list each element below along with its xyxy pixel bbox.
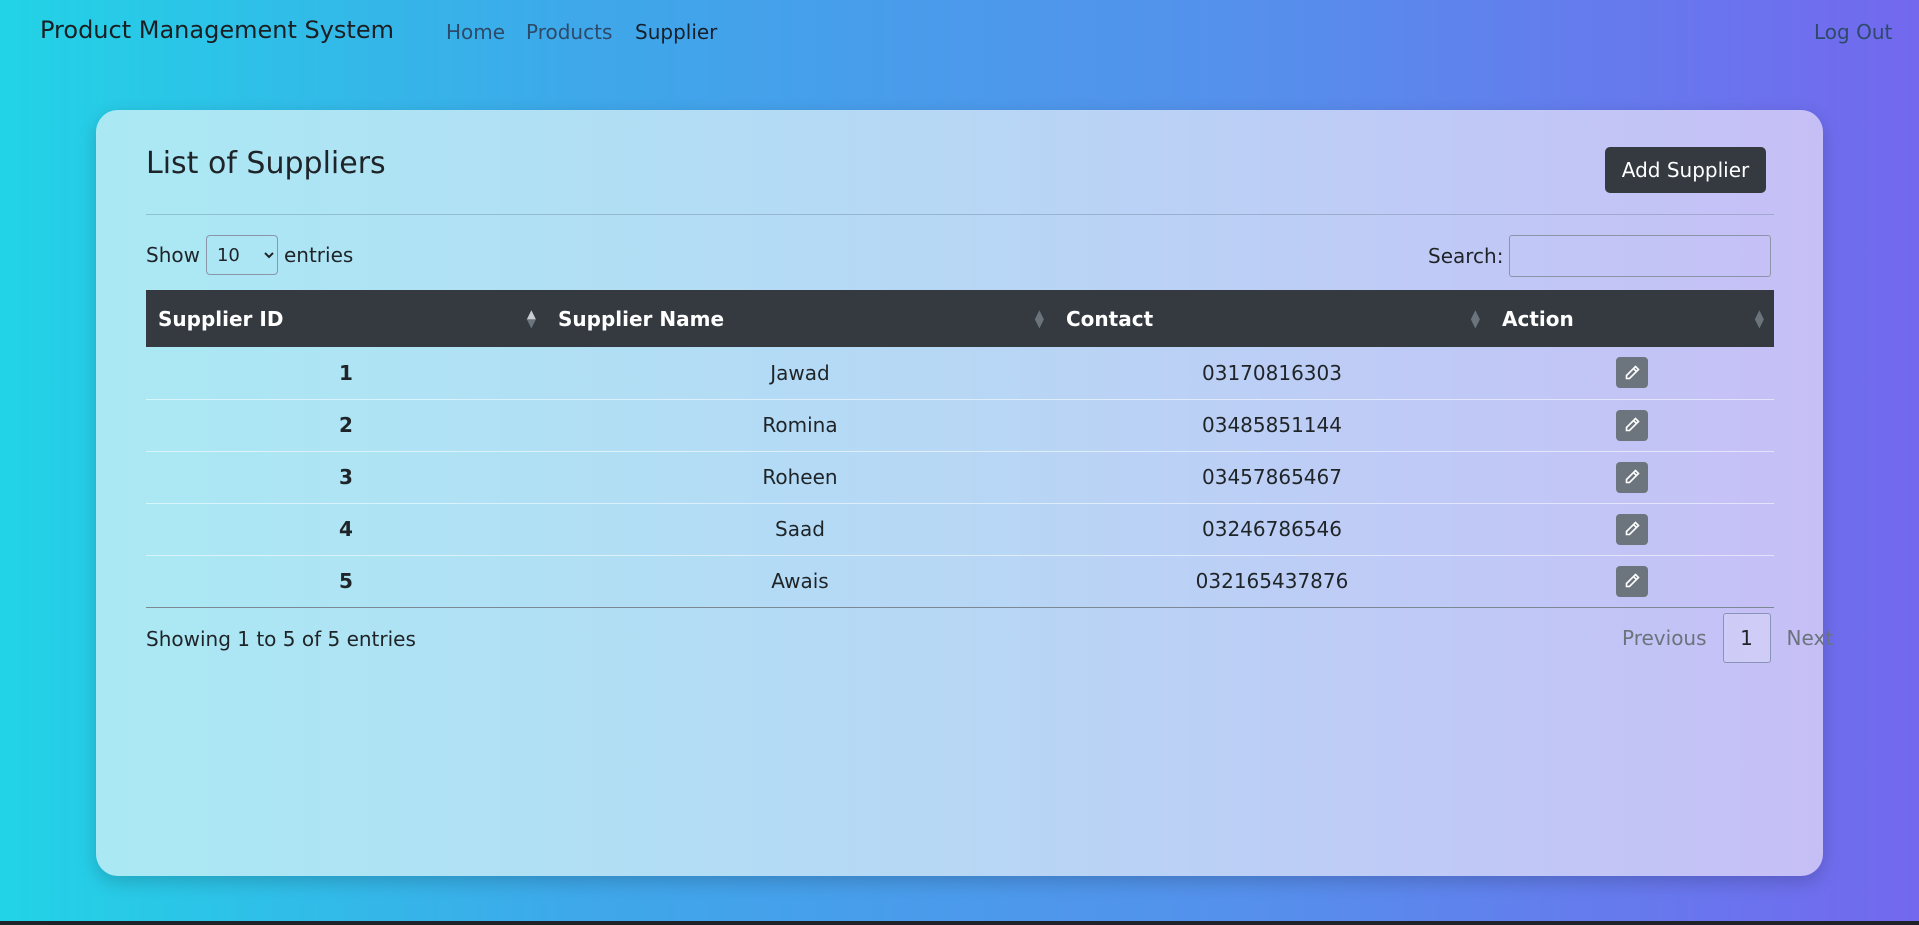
sort-icon: ▲ ▼	[1754, 306, 1764, 330]
search-label: Search:	[1428, 244, 1504, 268]
sort-asc-icon: ▲ ▼	[526, 306, 536, 330]
edit-button[interactable]	[1616, 357, 1648, 389]
contact-cell: 03457865467	[1202, 465, 1342, 489]
suppliers-card: List of Suppliers Add Supplier Show 10 e…	[96, 110, 1833, 876]
table-row: 1 Jawad 03170816303	[146, 347, 1774, 399]
header-label: Contact	[1066, 306, 1154, 331]
previous-button[interactable]: Previous	[1606, 613, 1723, 663]
supplier-name-cell: Jawad	[770, 360, 830, 385]
pencil-icon	[1625, 365, 1640, 380]
table-header-row: Supplier ID ▲ ▼ Supplier Name ▲ ▼ Contact …	[146, 290, 1774, 347]
pencil-icon	[1625, 469, 1640, 484]
supplier-id-cell: 5	[339, 569, 353, 593]
supplier-name-cell: Awais	[771, 569, 829, 593]
pencil-icon	[1625, 417, 1640, 432]
page-1-button[interactable]: 1	[1722, 613, 1771, 663]
supplier-name-cell: Roheen	[762, 465, 838, 489]
suppliers-table: Supplier ID ▲ ▼ Supplier Name ▲ ▼ Contact …	[146, 290, 1774, 608]
header-contact[interactable]: Contact ▲ ▼	[1054, 290, 1490, 347]
entries-label: entries	[283, 243, 354, 267]
sort-icon: ▲ ▼	[1034, 306, 1044, 330]
sort-icon: ▲ ▼	[1470, 306, 1480, 330]
header-label: Supplier Name	[558, 306, 725, 331]
pencil-icon	[1625, 573, 1640, 588]
supplier-name-cell: Romina	[762, 413, 838, 437]
logout-link[interactable]: Log Out	[1814, 20, 1892, 44]
supplier-id-cell: 1	[339, 360, 353, 385]
edit-button[interactable]	[1616, 409, 1648, 441]
navbar: Product Management System Home Products …	[0, 0, 1919, 63]
action-cell	[1490, 503, 1774, 555]
search-box: Search:	[1428, 235, 1772, 277]
contact-cell: 032165437876	[1195, 569, 1349, 593]
supplier-name-cell: Saad	[775, 517, 825, 541]
action-cell	[1490, 347, 1774, 399]
header-supplier-name[interactable]: Supplier Name ▲ ▼	[546, 290, 1054, 347]
supplier-id-cell: 2	[339, 413, 353, 437]
next-button[interactable]: Next	[1771, 613, 1850, 663]
header-supplier-id[interactable]: Supplier ID ▲ ▼	[146, 290, 546, 347]
header-action[interactable]: Action ▲ ▼	[1490, 290, 1774, 347]
nav-supplier-link[interactable]: Supplier	[635, 20, 717, 44]
contact-cell: 03485851144	[1202, 413, 1342, 437]
nav-products-link[interactable]: Products	[526, 20, 612, 44]
length-menu: Show 10 entries	[146, 235, 353, 275]
supplier-id-cell: 3	[339, 465, 353, 489]
table-row: 2 Romina 03485851144	[146, 399, 1774, 451]
pagination: Previous 1 Next	[1606, 613, 1849, 663]
table-row: 5 Awais 032165437876	[146, 555, 1774, 607]
table-row: 4 Saad 03246786546	[146, 503, 1774, 555]
contact-cell: 03246786546	[1202, 517, 1342, 541]
divider	[146, 214, 1774, 215]
table-row: 3 Roheen 03457865467	[146, 451, 1774, 503]
edit-button[interactable]	[1616, 513, 1648, 545]
edit-button[interactable]	[1616, 461, 1648, 493]
header-label: Supplier ID	[158, 306, 284, 331]
action-cell	[1490, 399, 1774, 451]
action-cell	[1490, 555, 1774, 607]
table-info: Showing 1 to 5 of 5 entries	[146, 627, 416, 651]
nav-home-link[interactable]: Home	[446, 20, 505, 44]
entries-select[interactable]: 10	[205, 235, 278, 275]
show-label: Show	[146, 243, 200, 267]
search-input[interactable]	[1509, 235, 1772, 277]
page-title: List of Suppliers	[146, 146, 386, 181]
brand-title[interactable]: Product Management System	[40, 16, 394, 44]
pencil-icon	[1625, 521, 1640, 536]
action-cell	[1490, 451, 1774, 503]
supplier-id-cell: 4	[339, 517, 353, 541]
contact-cell: 03170816303	[1202, 360, 1342, 385]
edit-button[interactable]	[1616, 565, 1648, 597]
header-label: Action	[1502, 306, 1574, 331]
add-supplier-button[interactable]: Add Supplier	[1605, 147, 1766, 193]
bottom-strip	[0, 921, 1919, 925]
